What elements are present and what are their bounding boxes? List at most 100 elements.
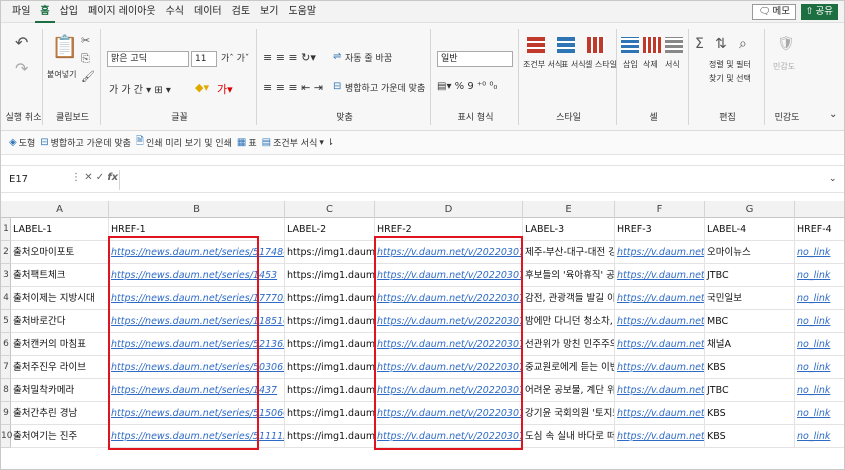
cell-r8-c7[interactable]: no_link [795,379,844,402]
conditional-format-icon[interactable] [527,37,545,53]
tab-6[interactable]: 검토 [227,1,255,23]
sensitivity-icon[interactable]: 🛡 [777,37,795,51]
cell-r2-c3[interactable]: https://v.daum.net/v/20220307210900 [375,241,523,264]
cell-style-icon[interactable] [587,37,605,53]
cell-r4-c2[interactable]: https://img1.daumcdn.n [285,287,375,310]
cell-r9-c7[interactable]: no_link [795,402,844,425]
confirm-icon[interactable]: ✓ [96,172,108,183]
more-icon[interactable]: ⋮ [71,172,81,183]
find-icon[interactable]: ⌕ [739,37,747,51]
insert-button[interactable]: 삽입 [623,59,638,70]
name-box[interactable]: E17 [5,172,63,188]
cut-icon[interactable]: ✂ [81,35,90,46]
cell-r2-c5[interactable]: https://v.daum.net/v/20 [615,241,705,264]
cell-r5-c5[interactable]: https://v.daum.net/v/20 [615,310,705,333]
cell-r5-c0[interactable]: 출처바로간다 [11,310,109,333]
font-color-icon[interactable]: 가▾ [217,81,233,97]
font-name-select[interactable]: 맑은 고딕 [107,51,189,67]
paste-button[interactable]: 붙여넣기 [47,69,76,80]
cell-r7-c2[interactable]: https://img1.daumcdn.n [285,356,375,379]
cell-r2-c6[interactable]: 오마이뉴스 [705,241,795,264]
cell-r10-c3[interactable]: https://v.daum.net/v/20220307203425 [375,425,523,448]
delete-button[interactable]: 삭제 [643,59,658,70]
qat-shape[interactable]: ◈ 도형 [9,136,35,149]
row-header-5[interactable]: 6 [1,333,11,356]
cell-r7-c5[interactable]: https://v.daum.net/v/20 [615,356,705,379]
sum-icon[interactable]: Σ [695,37,704,51]
cell-r4-c0[interactable]: 출처이제는 지방시대 [11,287,109,310]
row-header-4[interactable]: 5 [1,310,11,333]
cell-r8-c0[interactable]: 출처밀착카메라 [11,379,109,402]
cell-r10-c0[interactable]: 출처여기는 진주 [11,425,109,448]
cell-r3-c2[interactable]: https://img1.daumcdn.n [285,264,375,287]
row-header-8[interactable]: 9 [1,402,11,425]
column-header-6[interactable]: G [705,201,795,218]
cell-r7-c1[interactable]: https://news.daum.net/series/5030619 [109,356,285,379]
cell-r3-c6[interactable]: JTBC [705,264,795,287]
cell-r2-c1[interactable]: https://news.daum.net/series/5174861 [109,241,285,264]
align-top-icon[interactable]: ≡ ≡ ≡ ↻▾ [263,51,316,64]
row-header-7[interactable]: 8 [1,379,11,402]
column-header-1[interactable]: B [109,201,285,218]
cell-style-button[interactable]: 셀 스타일 [585,59,617,70]
cell-r4-c1[interactable]: https://news.daum.net/series/1777093 [109,287,285,310]
tab-3[interactable]: 페이지 레이아웃 [83,1,161,23]
redo-icon[interactable]: ↷ [15,61,28,77]
tab-0[interactable]: 파일 [7,1,35,23]
column-header-4[interactable]: E [523,201,615,218]
cell-r8-c4[interactable]: 어려운 공보물, 계단 위 [523,379,615,402]
qat-print-preview[interactable]: 🗎 인쇄 미리 보기 및 인쇄 [136,134,232,151]
tab-8[interactable]: 도움말 [283,1,321,23]
cell-r2-c2[interactable]: https://img1.daumcdn.n [285,241,375,264]
row-header-9[interactable]: 10 [1,425,12,448]
tab-2[interactable]: 삽입 [55,1,83,23]
currency-percent-icon[interactable]: ▤▾ % 9 ⁺⁰ ⁰₀ [437,81,497,92]
paste-icon[interactable]: 📋 [51,37,78,59]
cell-r5-c1[interactable]: https://news.daum.net/series/1185105 [109,310,285,333]
bold-italic-underline-icon[interactable]: 가 가 간 ▾ ⊞ ▾ [109,81,171,96]
cell-r5-c3[interactable]: https://v.daum.net/v/20220307204606 [375,310,523,333]
cell-r3-c4[interactable]: 후보들의 '육아휴직' 공 [523,264,615,287]
cell-r9-c0[interactable]: 출처간추린 경남 [11,402,109,425]
cell-r9-c2[interactable]: https://img1.daumcdn.n [285,402,375,425]
cell-r2-c0[interactable]: 출처오마이포토 [11,241,109,264]
tab-4[interactable]: 수식 [161,1,189,23]
qat-merge[interactable]: ⊟ 병합하고 가운데 맞춤 [40,136,131,149]
cell-r1-c0[interactable]: LABEL-1 [11,218,109,241]
copy-icon[interactable]: ⎘ [81,53,90,64]
cell-r4-c5[interactable]: https://v.daum.net/v/20 [615,287,705,310]
cell-r6-c7[interactable]: no_link [795,333,844,356]
cell-r10-c5[interactable]: https://v.daum.net/v/20 [615,425,705,448]
cell-r9-c3[interactable]: https://v.daum.net/v/20220307203607 [375,402,523,425]
cell-r10-c1[interactable]: https://news.daum.net/series/5111139 [109,425,285,448]
cell-r7-c6[interactable]: KBS [705,356,795,379]
cell-r3-c5[interactable]: https://v.daum.net/v/20 [615,264,705,287]
cell-r8-c5[interactable]: https://v.daum.net/v/20 [615,379,705,402]
wrap-text-button[interactable]: 자동 줄 바꿈 [345,51,392,64]
cell-r10-c7[interactable]: no_link [795,425,844,448]
table-format-icon[interactable] [557,37,575,53]
cell-r10-c2[interactable]: https://img1.daumcdn.n [285,425,375,448]
cell-r2-c4[interactable]: 제주-부산-대구-대전 강 [523,241,615,264]
cell-r8-c3[interactable]: https://v.daum.net/v/20220307204304 [375,379,523,402]
merge-icon[interactable]: ⊟ [333,81,341,92]
row-header-0[interactable]: 1 [1,218,11,241]
cell-r6-c1[interactable]: https://news.daum.net/series/5213653 [109,333,285,356]
fill-color-icon[interactable]: ◆▾ [195,81,209,94]
cell-r5-c4[interactable]: 밤에만 다니던 청소차, ' [523,310,615,333]
cell-r6-c4[interactable]: 선관위가 망친 민주주의 [523,333,615,356]
cell-r4-c3[interactable]: https://v.daum.net/v/20220307204706 [375,287,523,310]
cell-r6-c0[interactable]: 출처캔커의 마침표 [11,333,109,356]
cell-r3-c7[interactable]: no_link [795,264,844,287]
ribbon-collapse-icon[interactable]: ⌄ [829,109,837,120]
sort-filter-icon[interactable]: ⇅ [715,37,727,51]
cell-r6-c3[interactable]: https://v.daum.net/v/20220307204556 [375,333,523,356]
qat-conditional-format[interactable]: ▤ 조건부 서식 ▾ ⇂ [262,136,335,149]
cancel-icon[interactable]: ✕ [84,172,96,183]
column-header-2[interactable]: C [285,201,375,218]
cell-r4-c7[interactable]: no_link [795,287,844,310]
cell-r10-c6[interactable]: KBS [705,425,795,448]
wrap-text-icon[interactable]: ⇌ [333,51,341,62]
format-button[interactable]: 서식 [665,59,680,70]
cell-r1-c1[interactable]: HREF-1 [109,218,285,241]
